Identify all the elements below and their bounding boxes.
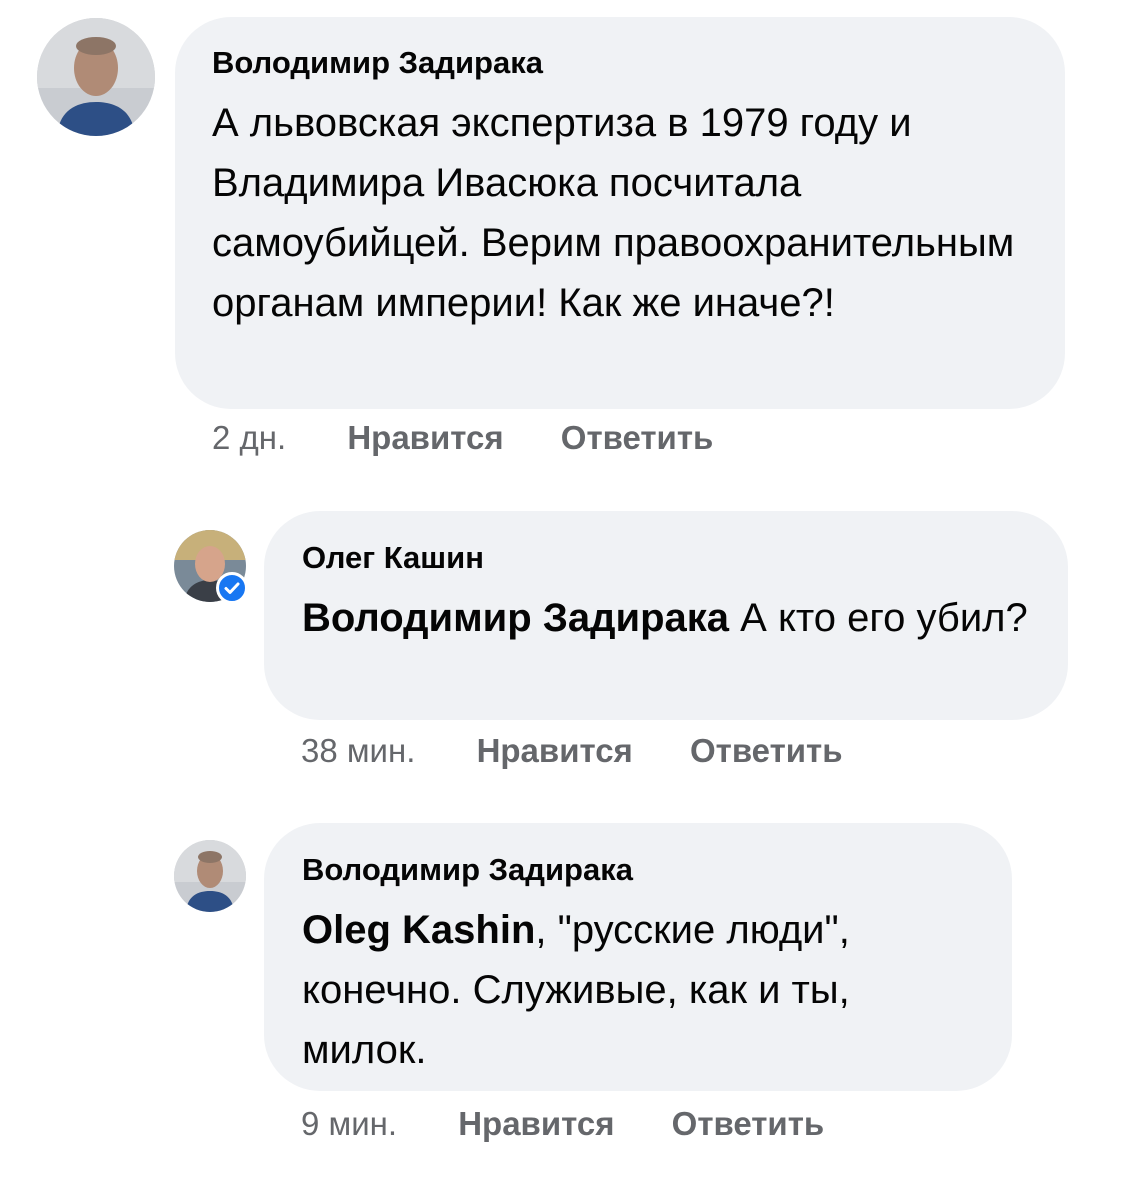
comment-timestamp[interactable]: 38 мин. <box>301 731 415 771</box>
comment-actions: 2 дн. Нравится Ответить <box>212 418 713 458</box>
comment-author[interactable]: Володимир Задирака <box>302 852 976 888</box>
comment-author[interactable]: Олег Кашин <box>302 540 1032 576</box>
comment-timestamp[interactable]: 2 дн. <box>212 418 286 458</box>
comment-timestamp[interactable]: 9 мин. <box>301 1104 397 1144</box>
like-button[interactable]: Нравится <box>458 1104 614 1144</box>
comment-bubble: Володимир Задирака Oleg Kashin, "русские… <box>264 823 1012 1091</box>
like-button[interactable]: Нравится <box>347 418 503 458</box>
mention-link[interactable]: Володимир Задирака <box>302 596 729 640</box>
reply-button[interactable]: Ответить <box>561 418 714 458</box>
comment-text: Володимир Задирака А кто его убил? <box>302 588 1032 648</box>
comment-author[interactable]: Володимир Задирака <box>212 45 1029 81</box>
mention-link[interactable]: Oleg Kashin <box>302 908 535 952</box>
comment-text: А львовская экспертиза в 1979 году и Вла… <box>212 101 1015 325</box>
reply-button[interactable]: Ответить <box>672 1104 825 1144</box>
comment-text-content: А кто его убил? <box>729 596 1028 640</box>
avatar-photo-icon <box>37 18 155 136</box>
comment-bubble: Олег Кашин Володимир Задирака А кто его … <box>264 511 1068 720</box>
user-avatar[interactable] <box>37 18 155 136</box>
like-button[interactable]: Нравится <box>477 731 633 771</box>
comment-actions: 9 мин. Нравится Ответить <box>301 1104 824 1144</box>
avatar-photo-icon <box>174 840 246 912</box>
comment-actions: 38 мин. Нравится Ответить <box>301 731 843 771</box>
reply-button[interactable]: Ответить <box>690 731 843 771</box>
user-avatar[interactable] <box>174 840 246 912</box>
verified-badge-icon <box>216 572 248 604</box>
comment-text: Oleg Kashin, "русские люди", конечно. Сл… <box>302 900 976 1080</box>
comment-bubble: Володимир Задирака А львовская экспертиз… <box>175 17 1065 409</box>
